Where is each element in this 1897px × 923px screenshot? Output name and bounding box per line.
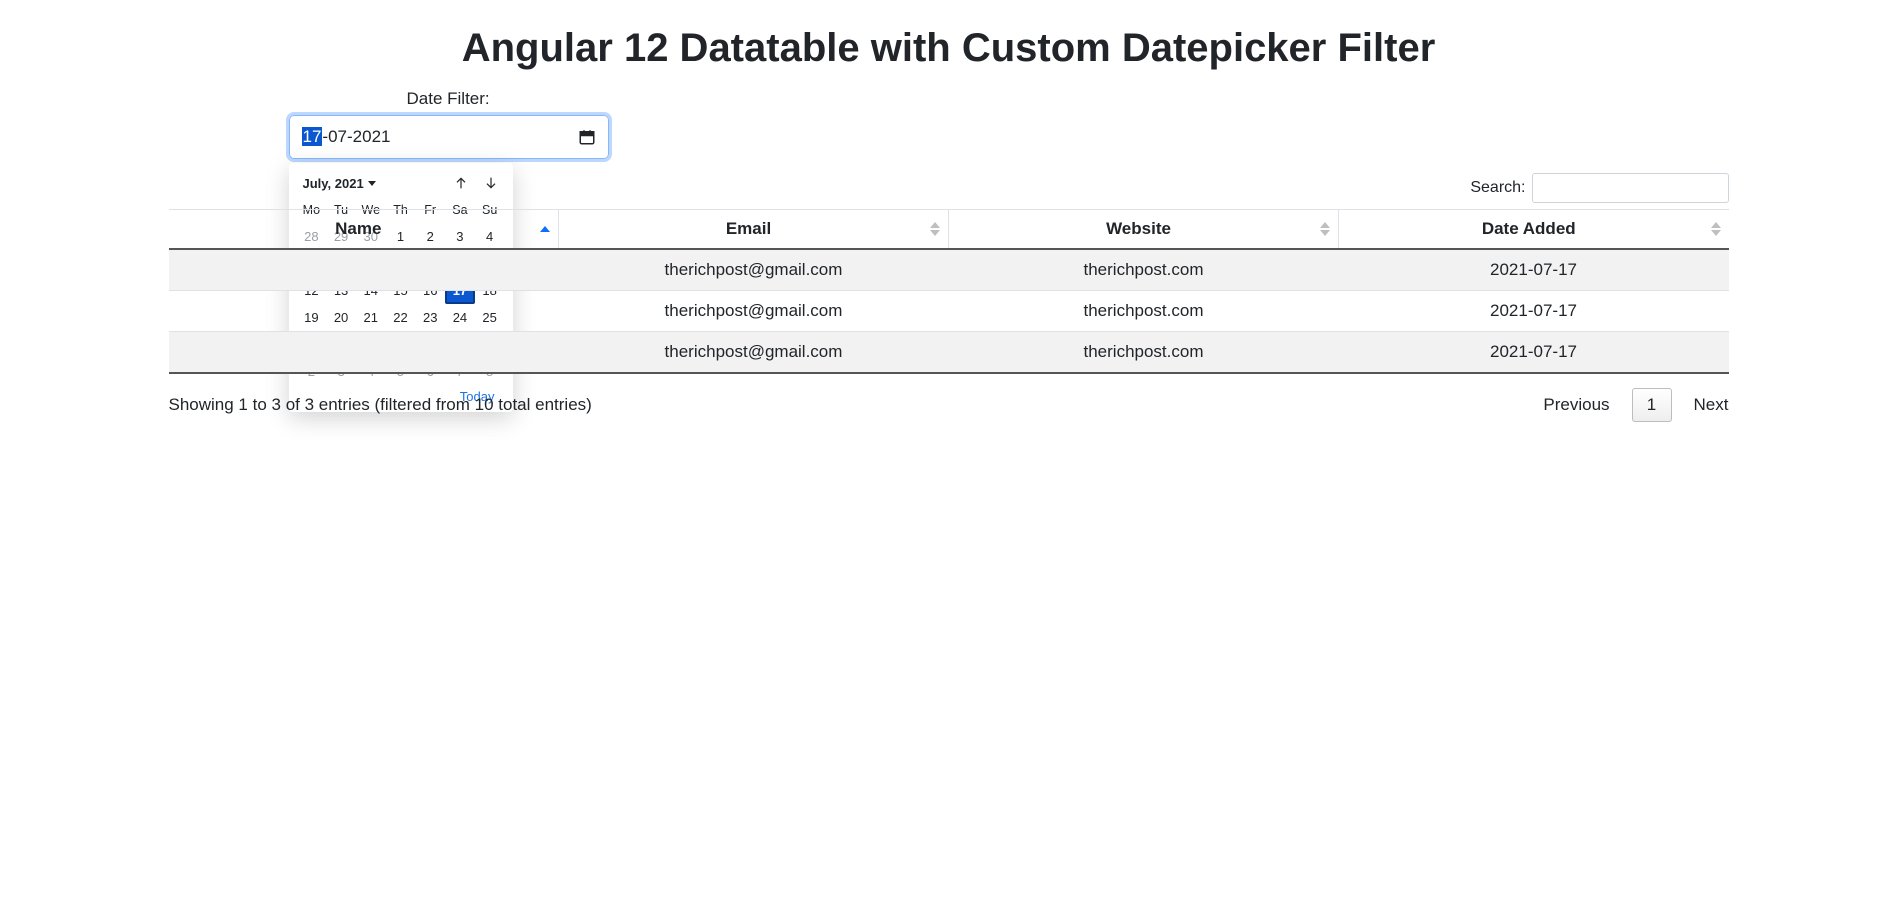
search-label: Search: xyxy=(1470,179,1525,197)
pager-page[interactable]: 1 xyxy=(1632,388,1672,422)
table-info-text: Showing 1 to 3 of 3 entries (filtered fr… xyxy=(169,395,592,415)
column-header[interactable]: Date Added xyxy=(1339,210,1729,250)
table-cell: therichpost@gmail.com xyxy=(559,332,949,374)
table-cell: 2021-07-17 xyxy=(1339,249,1729,291)
sort-icon xyxy=(540,225,550,233)
column-header[interactable]: Website xyxy=(949,210,1339,250)
page-title: Angular 12 Datatable with Custom Datepic… xyxy=(169,26,1729,71)
table-cell: therichpost.com xyxy=(949,249,1339,291)
table-row: therichpost@gmail.comtherichpost.com2021… xyxy=(169,291,1729,332)
calendar-icon[interactable] xyxy=(578,128,596,146)
table-cell: therichpost@gmail.com xyxy=(559,249,949,291)
pagination: Previous 1 Next xyxy=(1543,388,1728,422)
table-cell xyxy=(169,249,559,291)
pager-next[interactable]: Next xyxy=(1694,395,1729,415)
table-row: therichpost@gmail.comtherichpost.com2021… xyxy=(169,332,1729,374)
column-header[interactable]: Name xyxy=(169,210,559,250)
table-cell: therichpost.com xyxy=(949,332,1339,374)
data-table: NameEmailWebsiteDate Added therichpost@g… xyxy=(169,209,1729,374)
table-cell: therichpost.com xyxy=(949,291,1339,332)
sort-icon xyxy=(1711,221,1721,237)
table-row: therichpost@gmail.comtherichpost.com2021… xyxy=(169,249,1729,291)
table-cell xyxy=(169,332,559,374)
date-filter-value: 17-07-2021 xyxy=(302,127,391,147)
sort-icon xyxy=(1320,221,1330,237)
date-filter-input[interactable]: 17-07-2021 xyxy=(289,115,609,159)
sort-icon xyxy=(930,221,940,237)
search-input[interactable] xyxy=(1532,173,1729,203)
table-cell xyxy=(169,291,559,332)
column-header[interactable]: Email xyxy=(559,210,949,250)
date-filter-label: Date Filter: xyxy=(407,89,609,109)
table-cell: 2021-07-17 xyxy=(1339,291,1729,332)
table-cell: therichpost@gmail.com xyxy=(559,291,949,332)
table-cell: 2021-07-17 xyxy=(1339,332,1729,374)
pager-prev[interactable]: Previous xyxy=(1543,395,1609,415)
